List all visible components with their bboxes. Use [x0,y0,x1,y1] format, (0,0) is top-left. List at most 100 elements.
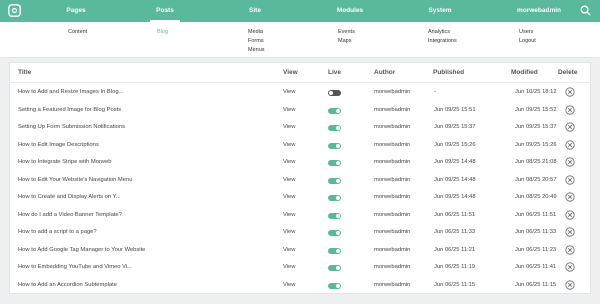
nav-posts[interactable]: Posts [150,0,180,22]
live-toggle[interactable] [328,160,341,166]
delete-circle-x-icon[interactable] [565,192,575,202]
submenu-forms[interactable]: Forms [248,37,264,46]
modified-cell: Jun 09/25 15:26 [515,141,557,148]
view-link[interactable]: View [283,282,295,288]
author-cell: morwebadmin [374,176,411,183]
nav-site[interactable]: Site [240,0,270,22]
live-toggle[interactable] [328,125,341,131]
table-row: How to Edit Your Website's Navigation Me… [10,173,590,190]
nav-system[interactable]: System [420,0,460,22]
delete-circle-x-icon[interactable] [565,87,575,97]
post-title-link[interactable]: How to Add and Resize Images In Blog... [18,89,123,95]
col-view: View [283,69,298,76]
author-cell: morwebadmin [374,229,411,235]
col-author[interactable]: Author [374,69,395,76]
table-row: How to add a script to a page? View morweb… [10,225,590,242]
modified-cell: Jun 08/25 20:49 [515,194,557,200]
delete-circle-x-icon[interactable] [565,244,575,255]
col-title[interactable]: Title [18,69,31,76]
view-link[interactable]: View [283,159,295,165]
delete-circle-x-icon[interactable] [565,262,575,272]
col-modified[interactable]: Modified [511,69,538,76]
submenu-users[interactable]: Users [519,28,533,37]
live-toggle[interactable] [328,177,341,184]
submenu-maps[interactable]: Maps [338,37,351,46]
delete-circle-x-icon[interactable] [565,174,575,185]
modified-cell: Jun 09/25 15:37 [515,124,557,130]
live-toggle[interactable] [328,212,341,219]
post-title-link[interactable]: How to Embedding YouTube and Vimeo Vi... [18,264,132,270]
post-title-link[interactable]: How do I add a Video Banner Template? [18,212,122,218]
view-link[interactable]: View [283,229,295,235]
morweb-logo-icon[interactable] [8,4,21,17]
delete-circle-x-icon[interactable] [565,227,575,237]
table-row: Setting a Featured Image for Blog Posts V… [10,103,590,120]
post-title-link[interactable]: Setting a Featured Image for Blog Posts [18,107,121,113]
author-cell: morwebadmin [374,106,411,113]
col-live[interactable]: Live [328,69,341,76]
live-toggle[interactable] [328,107,341,114]
view-link[interactable]: View [283,177,295,183]
post-title-link[interactable]: How to Integrate Stripe with Morweb [18,159,111,165]
view-link[interactable]: View [283,142,295,148]
view-link[interactable]: View [283,212,295,218]
author-cell: morwebadmin [374,89,411,95]
live-toggle[interactable] [328,265,341,271]
table-row: How to Add and Resize Images In Blog... V… [10,85,590,102]
published-cell: Jun 09/25 14:48 [434,159,476,165]
post-title-link[interactable]: How to Edit Your Website's Navigation Me… [18,177,132,183]
modified-cell: Jun 08/25 21:08 [515,159,557,165]
table-row: How to Add an Accordion Subtemplate View m… [10,278,590,295]
submenu-logout[interactable]: Logout [519,37,536,46]
modified-cell: Jun 06/25 11:15 [515,281,557,288]
live-toggle[interactable] [328,90,341,96]
view-link[interactable]: View [283,194,295,200]
live-toggle[interactable] [328,142,341,149]
view-link[interactable]: View [283,124,295,130]
modified-cell: Jun 08/25 20:57 [515,176,557,183]
view-link[interactable]: View [283,107,295,113]
col-published[interactable]: Published [433,69,464,76]
delete-circle-x-icon[interactable] [565,279,575,290]
post-title-link[interactable]: How to add a script to a page? [18,229,97,235]
table-row: How to Create and Display Alerts on Y...… [10,190,590,207]
post-title-link[interactable]: How to Create and Display Alerts on Y... [18,194,121,200]
submenu-blog[interactable]: Blog [157,28,168,37]
modified-cell: Jun 09/25 15:52 [515,106,557,113]
submenu-analytics[interactable]: Analytics [428,28,450,37]
post-title-link[interactable]: How to Add an Accordion Subtemplate [18,282,117,288]
nav-pages[interactable]: Pages [56,0,96,22]
submenu-menus[interactable]: Menus [248,46,265,55]
submenu-media[interactable]: Media [248,28,263,37]
published-cell: Jun 09/25 14:48 [434,194,476,200]
published-cell: Jun 06/25 11:33 [434,229,476,235]
submenu-content[interactable]: Content [68,28,87,37]
nav-user-menu[interactable]: morwebadmin [512,0,566,22]
post-title-link[interactable]: How to Edit Image Descriptions [18,142,99,148]
nav-modules[interactable]: Modules [330,0,370,22]
delete-circle-x-icon[interactable] [565,157,575,167]
submenu-integrations[interactable]: Integrations [428,37,457,46]
view-link[interactable]: View [283,247,295,253]
table-header: Title View Live Author Published Modifie… [10,63,590,83]
delete-circle-x-icon[interactable] [565,139,575,150]
live-toggle[interactable] [328,230,341,236]
live-toggle[interactable] [328,195,341,201]
submenu-events[interactable]: Events [338,28,355,37]
live-toggle[interactable] [328,247,341,254]
live-toggle[interactable] [328,282,341,289]
modified-cell: Jun 06/25 11:51 [515,211,557,218]
table-row: How do I add a Video Banner Template? Vie… [10,208,590,225]
delete-circle-x-icon[interactable] [565,209,575,220]
view-link[interactable]: View [283,89,295,95]
post-title-link[interactable]: Setting Up Form Submission Notifications [18,124,125,130]
post-title-link[interactable]: How to Add Google Tag Manager to Your We… [18,247,145,253]
view-link[interactable]: View [283,264,295,270]
search-icon[interactable] [580,5,591,16]
modified-cell: Jun 06/25 11:41 [515,264,557,270]
delete-circle-x-icon[interactable] [565,122,575,132]
author-cell: morwebadmin [374,194,411,200]
published-cell: Jun 06/25 11:51 [434,211,476,218]
delete-circle-x-icon[interactable] [565,104,575,115]
published-cell: Jun 06/25 11:19 [434,264,476,270]
